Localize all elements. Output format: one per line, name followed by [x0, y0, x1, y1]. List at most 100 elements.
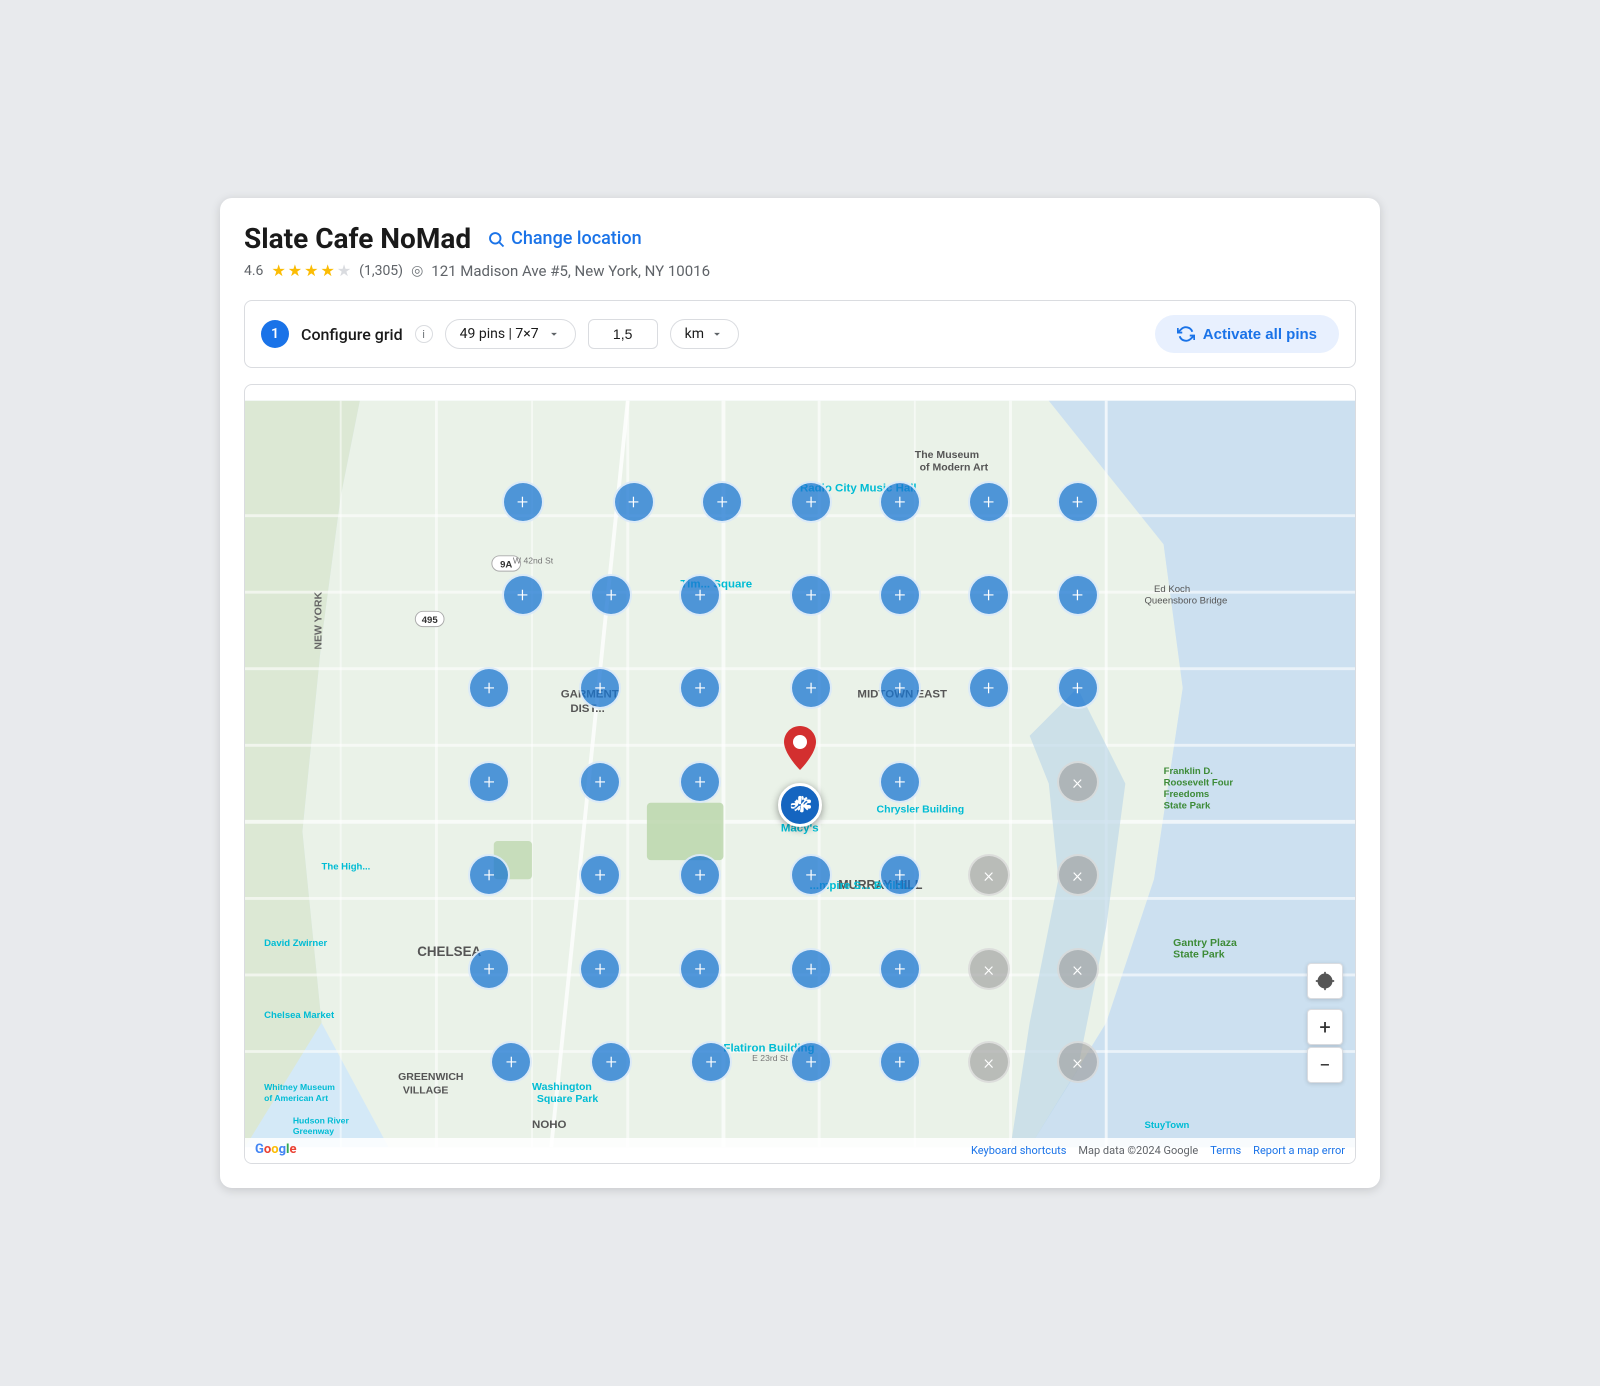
pin-6-5[interactable]: +	[879, 948, 921, 990]
search-icon	[487, 230, 505, 248]
svg-text:The Museum: The Museum	[915, 449, 979, 461]
unit-value: km	[685, 326, 704, 342]
pins-value: 49 pins | 7×7	[460, 326, 539, 342]
pin-6-2[interactable]: +	[579, 948, 621, 990]
svg-text:9A: 9A	[500, 559, 512, 570]
pin-1-5[interactable]: +	[879, 481, 921, 523]
chevron-down-icon-unit	[710, 327, 724, 341]
pin-7-6[interactable]: ×	[968, 1041, 1010, 1083]
pin-5-7[interactable]: ×	[1057, 854, 1099, 896]
pin-6-7[interactable]: ×	[1057, 948, 1099, 990]
pin-2-7[interactable]: +	[1057, 574, 1099, 616]
svg-text:Chrysler Building: Chrysler Building	[877, 803, 965, 815]
review-count: (1,305)	[359, 263, 403, 279]
svg-text:of Modern Art: of Modern Art	[920, 462, 989, 474]
pin-3-3[interactable]: +	[679, 667, 721, 709]
pin-2-2[interactable]: +	[590, 574, 632, 616]
star-5: ★	[337, 261, 351, 280]
pin-6-6[interactable]: ×	[968, 948, 1010, 990]
report-error-link[interactable]: Report a map error	[1253, 1144, 1345, 1157]
pin-2-6[interactable]: +	[968, 574, 1010, 616]
pin-4-1[interactable]: +	[468, 761, 510, 803]
map-container[interactable]: NEW YORK CHELSEA GARMENT DIST... MIDTOWN…	[244, 384, 1356, 1164]
star-1: ★	[271, 261, 285, 280]
pin-3-5[interactable]: +	[879, 667, 921, 709]
pin-1-3[interactable]: +	[701, 481, 743, 523]
change-location-link[interactable]: Change location	[487, 228, 642, 249]
pin-5-6[interactable]: ×	[968, 854, 1010, 896]
svg-text:E 23rd St: E 23rd St	[752, 1053, 789, 1063]
google-text: G	[255, 1142, 264, 1157]
svg-text:Gantry Plaza: Gantry Plaza	[1173, 937, 1237, 949]
pin-7-7[interactable]: ×	[1057, 1041, 1099, 1083]
pin-3-2[interactable]: +	[579, 667, 621, 709]
pin-5-2[interactable]: +	[579, 854, 621, 896]
pin-2-1[interactable]: +	[502, 574, 544, 616]
pin-1-7[interactable]: +	[1057, 481, 1099, 523]
pin-1-2[interactable]: +	[613, 481, 655, 523]
business-info: 4.6 ★ ★ ★ ★ ★ (1,305) ◎ 121 Madison Ave …	[244, 261, 1356, 280]
pin-4-2[interactable]: +	[579, 761, 621, 803]
pin-5-4[interactable]: +	[790, 854, 832, 896]
pin-3-4[interactable]: +	[790, 667, 832, 709]
svg-text:Franklin D.: Franklin D.	[1164, 766, 1213, 777]
pin-7-1[interactable]: +	[490, 1041, 532, 1083]
star-3: ★	[304, 261, 318, 280]
pin-4-7[interactable]: ×	[1057, 761, 1099, 803]
svg-text:VILLAGE: VILLAGE	[403, 1085, 449, 1097]
zoom-out-button[interactable]: −	[1307, 1047, 1343, 1083]
pin-3-6[interactable]: +	[968, 667, 1010, 709]
pin-1-6[interactable]: +	[968, 481, 1010, 523]
pin-2-4[interactable]: +	[790, 574, 832, 616]
pin-4-5[interactable]: +	[879, 761, 921, 803]
map-footer: Google Keyboard shortcuts Map data ©2024…	[245, 1138, 1355, 1163]
center-location-pin[interactable]	[784, 726, 816, 774]
pin-2-3[interactable]: +	[679, 574, 721, 616]
pin-1-4[interactable]: +	[790, 481, 832, 523]
svg-text:The High...: The High...	[322, 862, 371, 873]
pin-7-4[interactable]: +	[790, 1041, 832, 1083]
drag-pin[interactable]	[778, 783, 822, 827]
keyboard-shortcuts-link[interactable]: Keyboard shortcuts	[971, 1144, 1066, 1157]
rating-value: 4.6	[244, 263, 263, 279]
map-data-text: Map data ©2024 Google	[1078, 1144, 1198, 1157]
activate-all-pins-button[interactable]: Activate all pins	[1155, 315, 1339, 353]
recenter-icon	[1315, 971, 1335, 991]
terms-link[interactable]: Terms	[1210, 1144, 1241, 1157]
google-logo: Google	[255, 1142, 296, 1157]
page-header: Slate Cafe NoMad Change location	[244, 222, 1356, 255]
unit-dropdown[interactable]: km	[670, 319, 739, 349]
pin-3-7[interactable]: +	[1057, 667, 1099, 709]
svg-text:495: 495	[422, 615, 439, 626]
distance-input[interactable]	[588, 319, 658, 349]
pin-6-3[interactable]: +	[679, 948, 721, 990]
pin-6-4[interactable]: +	[790, 948, 832, 990]
grid-toolbar: 1 Configure grid i 49 pins | 7×7 km Acti…	[244, 300, 1356, 368]
pin-5-3[interactable]: +	[679, 854, 721, 896]
pin-4-3[interactable]: +	[679, 761, 721, 803]
star-4: ★	[320, 261, 334, 280]
svg-text:Queensboro Bridge: Queensboro Bridge	[1144, 596, 1227, 607]
pin-7-2[interactable]: +	[590, 1041, 632, 1083]
pin-6-1[interactable]: +	[468, 948, 510, 990]
location-icon: ◎	[411, 263, 423, 279]
main-card: Slate Cafe NoMad Change location 4.6 ★ ★…	[220, 198, 1380, 1188]
recenter-button[interactable]	[1307, 963, 1343, 999]
svg-text:W 42nd St: W 42nd St	[513, 555, 554, 565]
activate-all-label: Activate all pins	[1203, 326, 1317, 343]
pin-5-5[interactable]: +	[879, 854, 921, 896]
pin-3-1[interactable]: +	[468, 667, 510, 709]
pins-dropdown[interactable]: 49 pins | 7×7	[445, 319, 576, 349]
pin-7-5[interactable]: +	[879, 1041, 921, 1083]
pin-5-1[interactable]: +	[468, 854, 510, 896]
drag-icon	[789, 794, 811, 816]
svg-text:StuyTown: StuyTown	[1144, 1120, 1189, 1131]
zoom-in-button[interactable]: +	[1307, 1009, 1343, 1045]
page-title: Slate Cafe NoMad	[244, 222, 471, 255]
pin-2-5[interactable]: +	[879, 574, 921, 616]
svg-text:Whitney Museum: Whitney Museum	[264, 1082, 335, 1092]
svg-text:David Zwirner: David Zwirner	[264, 938, 327, 949]
pin-7-3[interactable]: +	[690, 1041, 732, 1083]
pin-1-1[interactable]: +	[502, 481, 544, 523]
info-icon[interactable]: i	[415, 325, 433, 343]
